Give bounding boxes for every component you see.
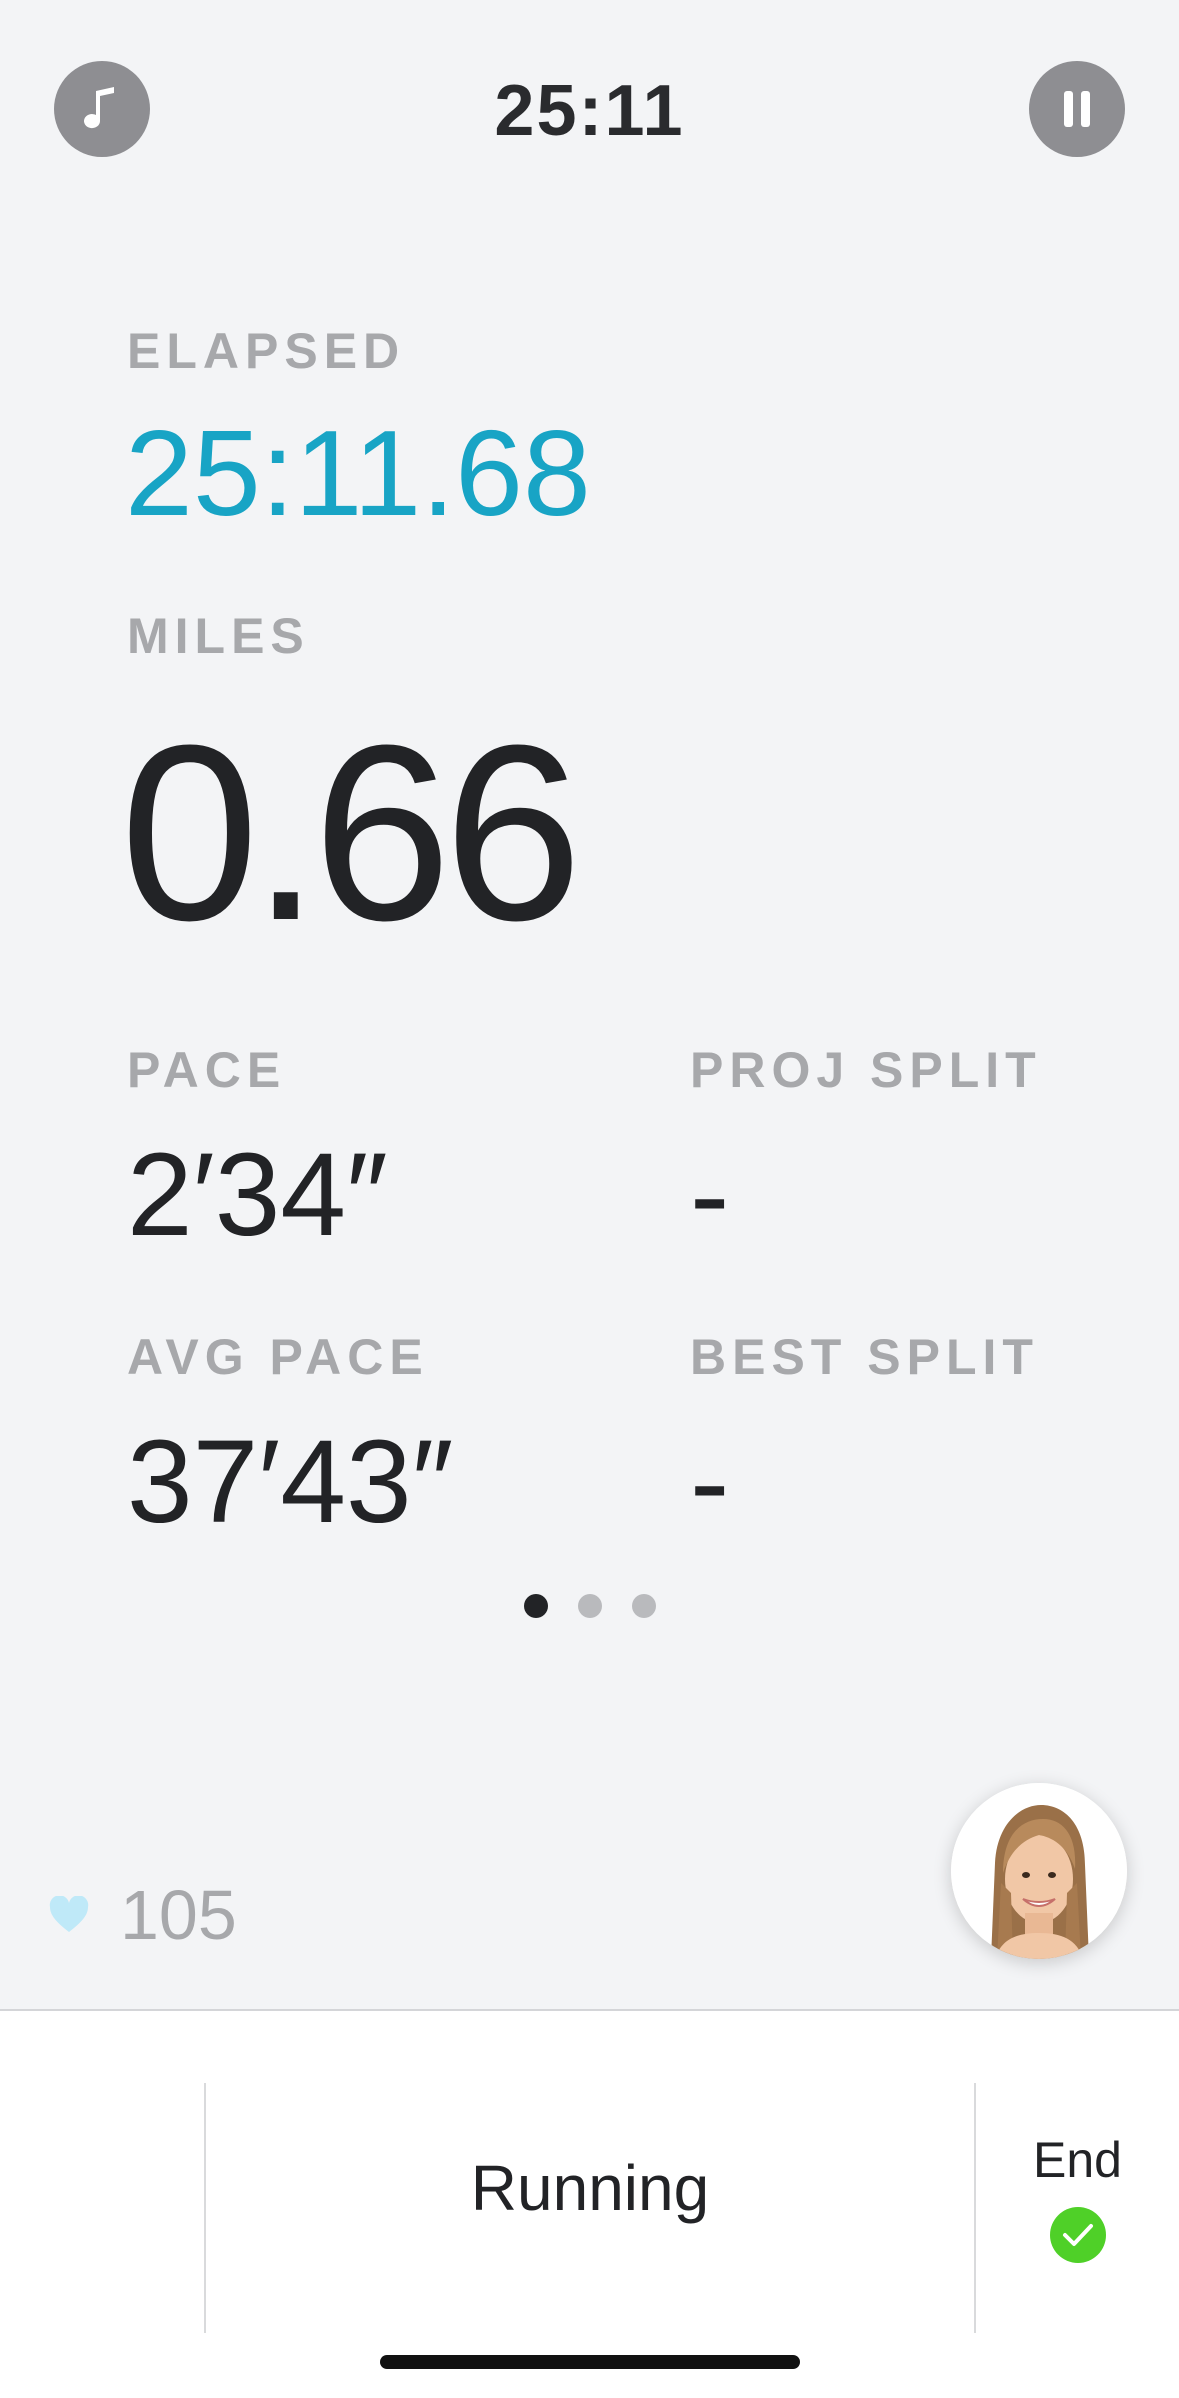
end-button[interactable]: End [976,2131,1179,2263]
home-indicator[interactable] [380,2355,800,2369]
best-split-value: - [690,1416,730,1548]
checkmark-icon [1049,2207,1106,2263]
page-dot-3[interactable] [632,1594,656,1618]
miles-label: MILES [127,608,310,664]
proj-split-value: - [690,1129,730,1261]
pace-value: 2′34″ [127,1129,388,1261]
page-dot-1[interactable] [524,1594,548,1618]
elapsed-value: 25:11.68 [125,405,591,541]
instructor-avatar-icon [951,1783,1127,1959]
heart-icon [49,1896,89,1932]
page-indicator[interactable] [524,1594,656,1618]
bottom-bar: Running End [0,2009,1179,2398]
avg-pace-value: 37′43″ [127,1416,454,1548]
proj-split-label: PROJ SPLIT [690,1042,1042,1098]
pace-label: PACE [127,1042,287,1098]
end-label: End [1033,2132,1122,2188]
avg-pace-label: AVG PACE [127,1329,429,1385]
page-dot-2[interactable] [578,1594,602,1618]
best-split-label: BEST SPLIT [690,1329,1039,1385]
workout-mode-button[interactable]: Running [206,2151,974,2225]
pause-icon [1064,91,1090,127]
instructor-avatar[interactable] [951,1783,1127,1959]
workout-timer: 25:11 [494,71,685,151]
miles-value: 0.66 [120,693,583,972]
pause-button[interactable] [1029,61,1125,157]
elapsed-label: ELAPSED [127,323,406,379]
heart-rate: 105 [48,1875,237,1955]
heart-rate-value: 105 [120,1876,237,1954]
